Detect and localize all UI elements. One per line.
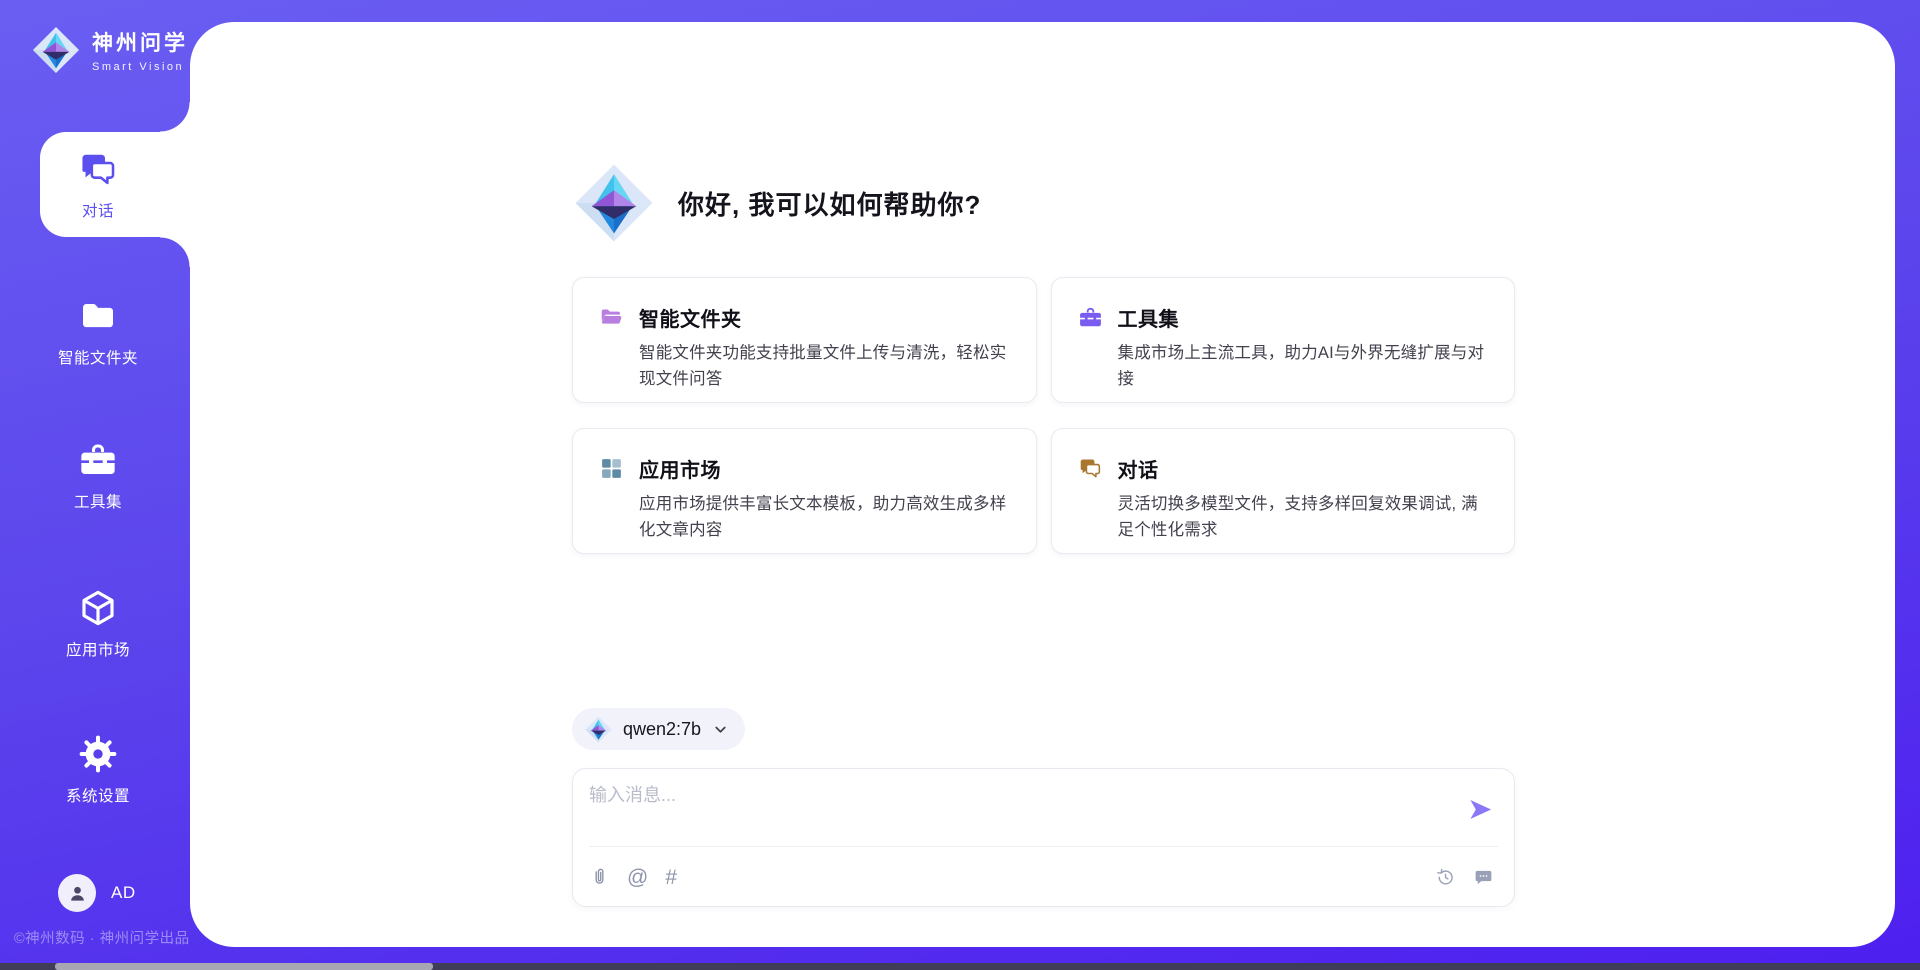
horizontal-scrollbar[interactable] [0, 963, 1920, 970]
card-smart-folder[interactable]: 智能文件夹 智能文件夹功能支持批量文件上传与清洗，轻松实现文件问答 [572, 277, 1037, 403]
gear-icon [78, 734, 118, 774]
person-icon [66, 882, 89, 905]
paperclip-icon [589, 867, 610, 888]
attach-file-button[interactable] [589, 867, 610, 888]
sidebar-item-label: 智能文件夹 [58, 346, 138, 368]
card-description: 集成市场上主流工具，助力AI与外界无缝扩展与对接 [1118, 341, 1489, 392]
tab-fillet-top [160, 102, 190, 132]
chat-icon [78, 149, 119, 190]
app-title: 神州问学 [92, 27, 188, 57]
card-description: 应用市场提供丰富长文本模板，助力高效生成多样化文章内容 [639, 492, 1010, 543]
sidebar-item-smart-folder[interactable]: 智能文件夹 [38, 296, 158, 368]
history-icon [1435, 867, 1456, 888]
card-chat[interactable]: 对话 灵活切换多模型文件，支持多样回复效果调试, 满足个性化需求 [1051, 428, 1516, 554]
sidebar-item-chat[interactable]: 对话 [40, 132, 190, 237]
history-button[interactable] [1435, 867, 1456, 888]
message-composer: @ # [572, 768, 1515, 907]
user-name: AD [111, 883, 136, 903]
folder-open-icon [599, 305, 624, 330]
greeting-text: 你好, 我可以如何帮助你? [678, 185, 981, 222]
send-button[interactable] [1467, 796, 1494, 823]
card-description: 灵活切换多模型文件，支持多样回复效果调试, 满足个性化需求 [1118, 492, 1489, 543]
sidebar-item-settings[interactable]: 系统设置 [38, 734, 158, 806]
topic-button[interactable]: # [665, 867, 677, 888]
card-toolset[interactable]: 工具集 集成市场上主流工具，助力AI与外界无缝扩展与对接 [1051, 277, 1516, 403]
folder-icon [78, 296, 118, 336]
gem-logo-icon [574, 163, 654, 243]
greeting: 你好, 我可以如何帮助你? [574, 163, 981, 243]
new-chat-button[interactable] [1473, 867, 1494, 888]
card-app-market[interactable]: 应用市场 应用市场提供丰富长文本模板，助力高效生成多样化文章内容 [572, 428, 1037, 554]
card-description: 智能文件夹功能支持批量文件上传与清洗，轻松实现文件问答 [639, 341, 1010, 392]
card-title: 对话 [1118, 454, 1159, 483]
feature-cards: 智能文件夹 智能文件夹功能支持批量文件上传与清洗，轻松实现文件问答 工具集 集成… [572, 277, 1515, 554]
sidebar-item-app-market[interactable]: 应用市场 [38, 588, 158, 660]
chat-icon [1078, 456, 1103, 481]
gem-logo-icon [32, 26, 80, 74]
sidebar-item-label: 应用市场 [66, 638, 130, 660]
sidebar-item-label: 系统设置 [66, 784, 130, 806]
sidebar-item-label: 工具集 [74, 490, 122, 512]
copyright-footer: ©神州数码 · 神州问学出品 [14, 927, 190, 948]
grid-icon [599, 456, 624, 481]
card-title: 应用市场 [639, 454, 721, 483]
sidebar-item-label: 对话 [82, 199, 114, 221]
composer-toolbar: @ # [589, 847, 1494, 907]
toolbox-icon [1078, 305, 1103, 330]
app-subtitle: Smart Vision [92, 61, 188, 73]
message-input[interactable] [589, 781, 1459, 839]
model-name: qwen2:7b [623, 719, 701, 740]
model-selector[interactable]: qwen2:7b [572, 708, 745, 750]
sidebar-item-toolset[interactable]: 工具集 [38, 440, 158, 512]
user-account[interactable]: AD [58, 874, 136, 912]
horizontal-scrollbar-thumb[interactable] [55, 963, 433, 970]
card-title: 智能文件夹 [639, 303, 742, 332]
mention-button[interactable]: @ [627, 867, 648, 888]
at-sign-icon: @ [627, 867, 648, 888]
tab-fillet-bottom [160, 237, 190, 267]
chevron-down-icon [712, 721, 729, 738]
toolbox-icon [78, 440, 118, 480]
chat-bubble-icon [1473, 867, 1494, 888]
hash-icon: # [665, 867, 677, 888]
send-icon [1467, 796, 1494, 823]
app-logo: 神州问学 Smart Vision [32, 26, 188, 74]
gem-logo-icon [585, 716, 612, 743]
avatar [58, 874, 96, 912]
card-title: 工具集 [1118, 303, 1180, 332]
cube-icon [78, 588, 118, 628]
